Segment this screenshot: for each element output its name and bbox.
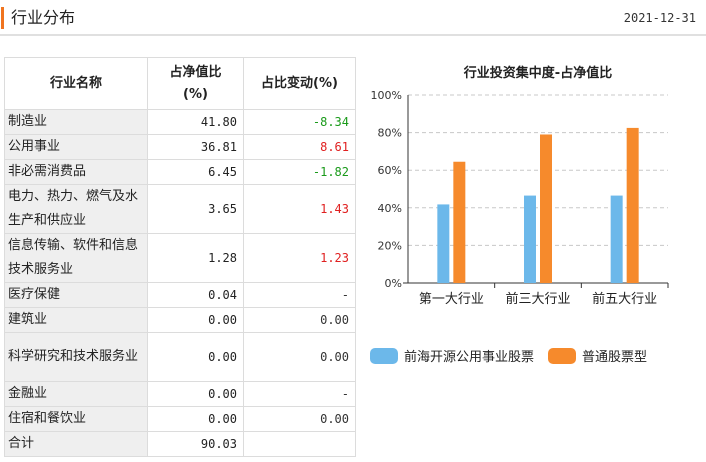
change-cell: 0.00 bbox=[243, 307, 356, 333]
bar bbox=[540, 134, 552, 283]
table-row: 科学研究和技术服务业 0.00 0.00 bbox=[4, 332, 356, 382]
x-tick-label: 前三大行业 bbox=[505, 291, 570, 307]
change-cell: 8.61 bbox=[243, 134, 356, 160]
industry-name-cell: 科学研究和技术服务业 bbox=[4, 332, 148, 382]
ratio-cell: 0.00 bbox=[147, 307, 244, 333]
change-cell: -8.34 bbox=[243, 109, 356, 135]
ratio-cell: 1.28 bbox=[147, 233, 244, 283]
change-cell: - bbox=[243, 381, 356, 407]
ratio-cell: 3.65 bbox=[147, 184, 244, 234]
col-header-name: 行业名称 bbox=[4, 57, 148, 110]
change-cell: 0.00 bbox=[243, 406, 356, 432]
ratio-cell: 90.03 bbox=[147, 431, 244, 457]
y-tick-label: 60% bbox=[378, 164, 402, 177]
bar bbox=[453, 161, 466, 283]
table-row: 住宿和餐饮业 0.00 0.00 bbox=[4, 406, 356, 432]
table-row: 非必需消费品 6.45 -1.82 bbox=[4, 159, 356, 185]
header-accent-bar bbox=[1, 7, 4, 29]
industry-name-cell: 住宿和餐饮业 bbox=[4, 406, 148, 432]
legend-swatch-fund bbox=[370, 347, 398, 364]
industry-name-cell: 建筑业 bbox=[4, 307, 148, 333]
ratio-cell: 0.00 bbox=[147, 332, 244, 382]
legend-label-benchmark: 普通股票型 bbox=[582, 350, 648, 365]
table-row: 金融业 0.00- bbox=[4, 381, 356, 407]
y-tick-label: 0% bbox=[385, 277, 402, 290]
col-header-ratio-line2: (%) bbox=[183, 86, 208, 102]
industry-name-cell: 电力、热力、燃气及水生产和供应业 bbox=[4, 184, 148, 234]
table-row: 医疗保健 0.04- bbox=[4, 282, 356, 308]
industry-name-cell: 制造业 bbox=[4, 109, 148, 135]
x-tick-label: 第一大行业 bbox=[419, 292, 484, 307]
chart-title: 行业投资集中度-占净值比 bbox=[463, 65, 612, 81]
y-tick-label: 100% bbox=[371, 89, 402, 102]
chart-legend: 前海开源公用事业股票 普通股票型 bbox=[370, 346, 661, 365]
ratio-cell: 0.04 bbox=[147, 282, 244, 308]
ratio-cell: 41.80 bbox=[147, 109, 244, 135]
y-tick-label: 80% bbox=[378, 127, 402, 140]
col-header-ratio: 占净值比 (%) bbox=[147, 57, 244, 110]
change-cell: 1.23 bbox=[243, 233, 356, 283]
table-row: 电力、热力、燃气及水生产和供应业 3.65 1.43 bbox=[4, 184, 356, 234]
ratio-cell: 0.00 bbox=[147, 406, 244, 432]
change-cell: -1.82 bbox=[243, 159, 356, 185]
legend-label-fund: 前海开源公用事业股票 bbox=[404, 350, 535, 365]
chart-svg: 行业投资集中度-占净值比 0% 20% 40% 60% 80% 100% 第一大行业 前三大行业… bbox=[371, 65, 669, 307]
col-header-change: 占比变动(%) bbox=[243, 57, 356, 110]
industry-name-cell: 非必需消费品 bbox=[4, 159, 148, 185]
x-tick-label: 前五大行业 bbox=[592, 291, 657, 307]
ratio-cell: 6.45 bbox=[147, 159, 244, 185]
ratio-cell: 0.00 bbox=[147, 381, 244, 407]
bar bbox=[524, 195, 536, 283]
bar bbox=[610, 195, 623, 283]
y-tick-label: 40% bbox=[378, 202, 402, 215]
table-row: 公用事业 36.81 8.61 bbox=[4, 134, 356, 160]
concentration-chart: 行业投资集中度-占净值比 0% 20% 40% 60% 80% 100% 第一大行业 前三大行业… bbox=[360, 57, 700, 317]
y-tick-label: 20% bbox=[378, 239, 402, 252]
table-row: 建筑业 0.00 0.00 bbox=[4, 307, 356, 333]
change-cell: 1.43 bbox=[243, 184, 356, 234]
change-cell: 0.00 bbox=[243, 332, 356, 382]
report-date: 2021-12-31 bbox=[623, 11, 696, 25]
table-header-row: 行业名称 占净值比 (%) 占比变动(%) bbox=[4, 57, 356, 110]
table-row: 信息传输、软件和信息技术服务业 1.28 1.23 bbox=[4, 233, 356, 283]
legend-swatch-benchmark bbox=[548, 347, 577, 364]
industry-table: 行业名称 占净值比 (%) 占比变动(%) 制造业 41.80 -8.34 公用事业 36… bbox=[4, 57, 356, 457]
ratio-cell: 36.81 bbox=[147, 134, 244, 160]
change-cell: - bbox=[243, 282, 356, 308]
industry-name-cell: 金融业 bbox=[4, 381, 148, 407]
bar bbox=[437, 204, 450, 283]
table-row: 制造业 41.80 -8.34 bbox=[4, 109, 356, 135]
section-header: 行业分布 2021-12-31 bbox=[0, 0, 706, 36]
change-cell bbox=[243, 431, 356, 457]
table-row: 合计 90.03 bbox=[4, 431, 356, 457]
industry-name-cell: 公用事业 bbox=[4, 134, 148, 160]
industry-name-cell: 合计 bbox=[4, 431, 148, 457]
bar bbox=[626, 127, 639, 284]
industry-name-cell: 医疗保健 bbox=[4, 282, 148, 308]
industry-name-cell: 信息传输、软件和信息技术服务业 bbox=[4, 233, 148, 283]
section-title: 行业分布 bbox=[11, 8, 76, 27]
col-header-ratio-line1: 占净值比 bbox=[169, 64, 222, 80]
